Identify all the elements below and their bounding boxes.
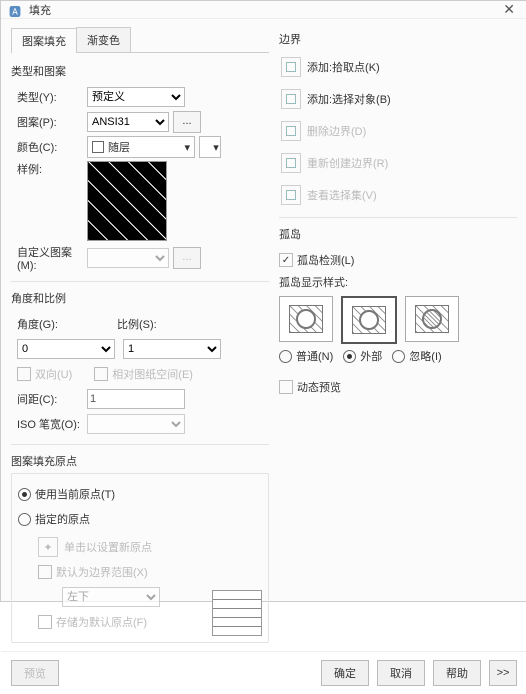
tab-gradient[interactable]: 渐变色 (76, 27, 131, 52)
pattern-browse-button[interactable]: ... (173, 111, 201, 133)
color-swatch-icon (92, 141, 104, 153)
origin-current-radio[interactable] (18, 488, 31, 501)
spacing-label: 间距(C): (17, 391, 87, 407)
window-title: 填充 (29, 2, 51, 18)
island-normal-box[interactable] (279, 296, 333, 342)
app-icon: 🅰 (9, 3, 23, 17)
tab-pattern[interactable]: 图案填充 (11, 28, 77, 53)
relpaper-checkbox[interactable] (94, 367, 108, 381)
origin-pos-select: 左下 (62, 587, 160, 607)
angle-select[interactable]: 0 (17, 339, 115, 359)
sample-swatch[interactable] (87, 161, 167, 241)
pick-origin-icon: ✦ (38, 537, 58, 557)
view-selection-button: 查看选择集(V) (279, 185, 517, 205)
angle-label: 角度(G): (17, 316, 87, 332)
custom-label: 自定义图案(M): (17, 244, 87, 272)
island-heading: 孤岛 (279, 226, 517, 242)
custom-select (87, 248, 169, 268)
add-select-button[interactable]: 添加:选择对象(B) (279, 89, 517, 109)
boundary-heading: 边界 (279, 31, 517, 47)
origin-heading: 图案填充原点 (11, 453, 269, 469)
spacing-input (87, 389, 185, 409)
dynamic-preview-checkbox[interactable] (279, 380, 293, 394)
iso-label: ISO 笔宽(O): (17, 416, 87, 432)
biway-checkbox[interactable] (17, 367, 31, 381)
island-style-label: 孤岛显示样式: (279, 274, 517, 290)
type-label: 类型(Y): (17, 89, 87, 105)
type-heading: 类型和图案 (11, 63, 269, 79)
delete-boundary-button: 删除边界(D) (279, 121, 517, 141)
preview-button: 预览 (11, 660, 59, 686)
custom-browse-button[interactable]: ... (173, 247, 201, 269)
angle-heading: 角度和比例 (11, 290, 269, 306)
default-bound-checkbox (38, 565, 52, 579)
help-button[interactable]: 帮助 (433, 660, 481, 686)
island-ignore-box[interactable] (405, 296, 459, 342)
origin-specified-radio[interactable] (18, 513, 31, 526)
add-pick-button[interactable]: 添加:拾取点(K) (279, 57, 517, 77)
cancel-button[interactable]: 取消 (377, 660, 425, 686)
scale-label: 比例(S): (117, 316, 157, 332)
expand-button[interactable]: >> (489, 660, 517, 686)
island-normal-radio[interactable] (279, 350, 292, 363)
origin-preview-icon (212, 590, 262, 636)
island-outer-box[interactable] (341, 296, 397, 344)
sample-label: 样例: (17, 161, 87, 177)
island-detect-checkbox[interactable] (279, 253, 293, 267)
island-ignore-radio[interactable] (392, 350, 405, 363)
type-select[interactable]: 预定义 (87, 87, 185, 107)
close-icon[interactable]: ✕ (499, 1, 519, 18)
recreate-boundary-button: 重新创建边界(R) (279, 153, 517, 173)
iso-select (87, 414, 185, 434)
pattern-label: 图案(P): (17, 114, 87, 130)
color-extra-select[interactable]: ▾ (199, 136, 221, 158)
ok-button[interactable]: 确定 (321, 660, 369, 686)
pattern-select[interactable]: ANSI31 (87, 112, 169, 132)
scale-select[interactable]: 1 (123, 339, 221, 359)
store-default-checkbox (38, 615, 52, 629)
color-select[interactable]: 随层 ▾ (87, 136, 195, 158)
color-label: 颜色(C): (17, 139, 87, 155)
island-outer-radio[interactable] (343, 350, 356, 363)
